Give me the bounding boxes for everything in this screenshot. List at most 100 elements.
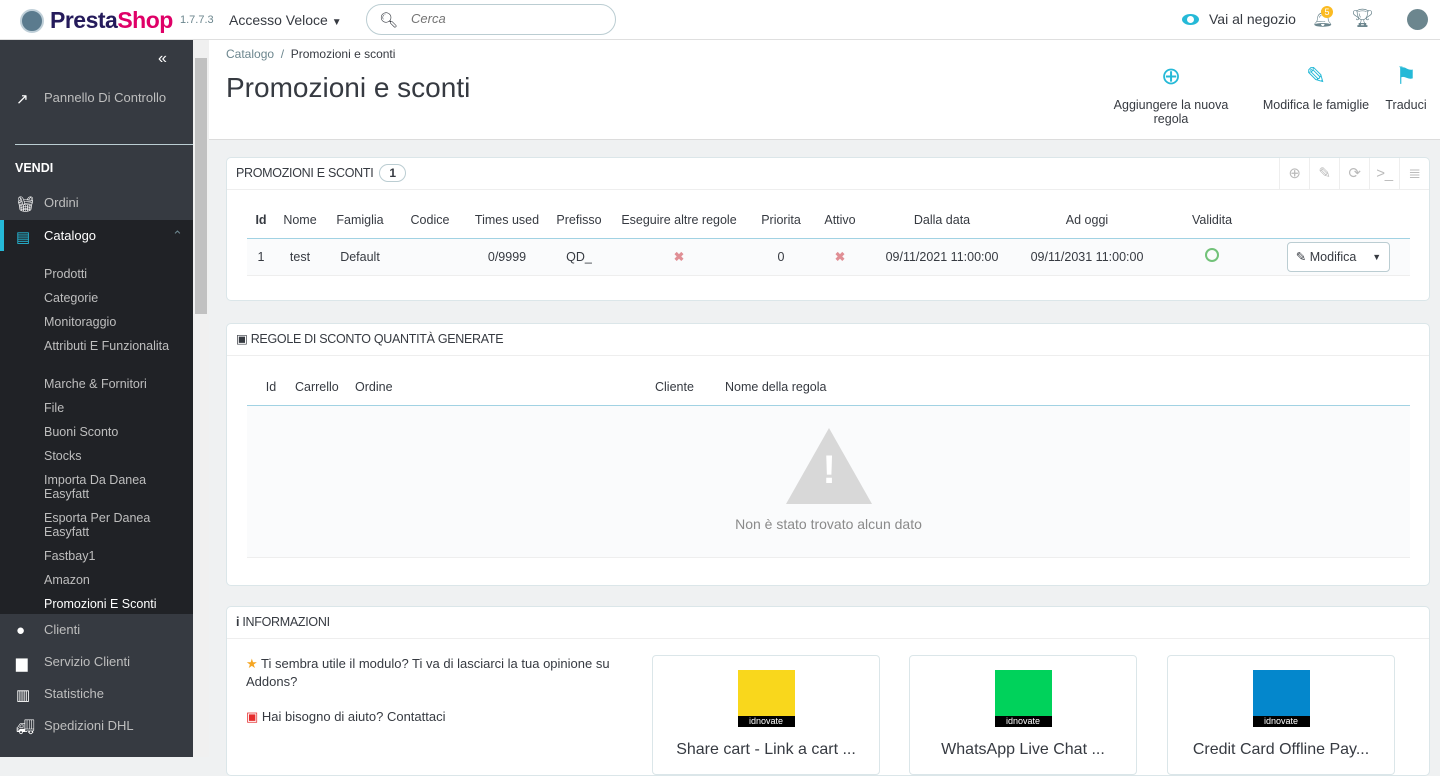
clock-icon	[1205, 248, 1219, 262]
database-icon[interactable]: ≣	[1399, 158, 1429, 190]
column-header: Codice	[395, 202, 465, 239]
sidebar-subitem[interactable]: Importa Da Danea Easyfatt	[44, 473, 184, 501]
help-link[interactable]: ▣ Hai bisogno di aiuto? Contattaci	[246, 709, 445, 725]
brand-label: idnovate	[994, 716, 1052, 727]
search-box[interactable]: 🔍︎	[366, 4, 616, 35]
button-label: Aggiungere la nuova regola	[1113, 98, 1229, 126]
cell-id: 1	[247, 238, 275, 276]
button-label: Modifica	[1309, 250, 1357, 264]
top-bar: PrestaShop 1.7.7.3 Accesso Veloce ▼ 🔍︎ V…	[0, 0, 1440, 40]
caret-down-icon[interactable]: ▼	[1372, 252, 1381, 262]
prestashop-logo[interactable]: PrestaShop	[20, 7, 173, 34]
sidebar-subitem[interactable]: Attributi E Funzionalita	[44, 339, 184, 353]
sidebar-subitem[interactable]: Buoni Sconto	[44, 425, 184, 439]
cell-times-used: 0/9999	[465, 238, 549, 276]
column-header: Nome della regola	[725, 369, 1410, 406]
button-label: Modifica le famiglie	[1262, 98, 1370, 112]
column-header: Attivo	[813, 202, 867, 239]
divider	[15, 144, 193, 145]
chevron-up-icon: ⌃	[172, 228, 183, 243]
money-icon: ▣	[236, 332, 248, 346]
sidebar-item-label: Clienti	[44, 622, 81, 637]
sidebar-subitem[interactable]: Categorie	[44, 291, 184, 305]
search-input[interactable]	[411, 11, 601, 26]
button-label: Traduci	[1385, 98, 1427, 112]
sidebar-subitem[interactable]: Prodotti	[44, 267, 184, 281]
module-card[interactable]: idnovate Share cart - Link a cart ...	[652, 655, 880, 775]
refresh-icon[interactable]: ⟳	[1339, 158, 1369, 190]
trophy-icon[interactable]: 🏆︎	[1351, 8, 1374, 29]
edit-dropdown-button[interactable]: ✎ Modifica ▼	[1286, 241, 1391, 272]
review-text: Ti sembra utile il modulo? Ti va di lasc…	[246, 656, 610, 689]
edit-families-button[interactable]: ✎ Modifica le famiglie	[1262, 62, 1370, 112]
cell-family: Default	[325, 238, 395, 276]
column-header: Priorita	[749, 202, 813, 239]
add-rule-button[interactable]: ⊕ Aggiungere la nuova regola	[1095, 62, 1247, 126]
column-header: Eseguire altre regole	[609, 202, 749, 239]
column-header: Cliente	[505, 369, 725, 406]
pencil-icon: ✎	[1295, 250, 1307, 264]
trend-icon: ↗	[16, 91, 29, 108]
sidebar-subitem[interactable]: Monitoraggio	[44, 315, 184, 329]
sidebar-item-label: Spedizioni DHL	[44, 718, 134, 733]
sidebar-subitem[interactable]: Stocks	[44, 449, 184, 463]
cell-priority: 0	[749, 238, 813, 276]
sidebar-subitem[interactable]: Amazon	[44, 573, 184, 587]
sidebar-subitem[interactable]: Promozioni E Sconti	[44, 597, 184, 611]
column-header: Ordine	[355, 369, 505, 406]
sidebar-subitem[interactable]: Fastbay1	[44, 549, 184, 563]
cell-prefix: QD_	[549, 238, 609, 276]
column-header: Dalla data	[867, 202, 1017, 239]
cell-from: 09/11/2021 11:00:00	[867, 238, 1017, 276]
rules-panel: PROMOZIONI E SCONTI 1 ⊕ ✎ ⟳ >_ ≣ Id Nome Famigl…	[226, 157, 1430, 301]
module-card[interactable]: idnovate WhatsApp Live Chat ...	[909, 655, 1137, 775]
active-indicator	[0, 220, 4, 251]
user-avatar-icon[interactable]	[1407, 9, 1428, 30]
bar-chart-icon: ▥	[16, 687, 31, 704]
sql-terminal-icon[interactable]: >_	[1369, 158, 1399, 190]
sidebar-subitem[interactable]: Marche & Fornitori	[44, 377, 184, 391]
sidebar-item-label: Catalogo	[44, 228, 97, 243]
panel-title: PROMOZIONI E SCONTI	[236, 166, 374, 180]
column-header: Ad oggi	[1017, 202, 1157, 239]
eye-icon	[1182, 13, 1199, 25]
cell-actions: ✎ Modifica ▼	[1267, 238, 1410, 276]
panel-heading: PROMOZIONI E SCONTI 1 ⊕ ✎ ⟳ >_ ≣	[227, 158, 1429, 190]
empty-state: ! Non è stato trovato alcun dato	[247, 406, 1410, 558]
sidebar-item-label: Ordini	[44, 195, 79, 210]
logo-text: Shop	[117, 7, 173, 33]
column-header: Validita	[1157, 202, 1267, 239]
column-header: Nome	[275, 202, 325, 239]
logo-text: Presta	[50, 7, 118, 33]
cell-name: test	[275, 238, 325, 276]
generated-table: Id Carrello Ordine Cliente Nome della regola	[247, 369, 1410, 406]
sidebar-subitem[interactable]: Esporta Per Danea Easyfatt	[44, 511, 184, 539]
collapse-icon[interactable]: «	[158, 50, 167, 68]
panel-heading: ▣ REGOLE DI SCONTO QUANTITÀ GENERATE	[227, 324, 1429, 356]
quick-access-dropdown[interactable]: Accesso Veloce ▼	[229, 12, 342, 28]
edit-icon[interactable]: ✎	[1309, 158, 1339, 190]
sidebar-subitem[interactable]: File	[44, 401, 184, 415]
review-link[interactable]: ★ Ti sembra utile il modulo? Ti va di la…	[246, 655, 636, 691]
module-logo: idnovate	[1252, 670, 1310, 727]
translate-button[interactable]: ⚑ Traduci	[1384, 62, 1428, 112]
module-card[interactable]: idnovate Credit Card Offline Pay...	[1167, 655, 1395, 775]
scrollbar-thumb[interactable]	[195, 58, 207, 314]
info-panel: i INFORMAZIONI ★ Ti sembra utile il modu…	[226, 606, 1430, 776]
view-shop-label: Vai al negozio	[1209, 11, 1296, 27]
empty-message: Non è stato trovato alcun dato	[735, 516, 922, 532]
column-header: Famiglia	[325, 202, 395, 239]
module-name: WhatsApp Live Chat ...	[941, 741, 1105, 758]
cross-icon[interactable]: ✖	[813, 238, 867, 276]
view-shop-link[interactable]: Vai al negozio	[1182, 11, 1296, 27]
cell-validity	[1157, 238, 1267, 276]
add-icon[interactable]: ⊕	[1279, 158, 1309, 190]
sidebar-item-label: Servizio Clienti	[44, 654, 130, 669]
breadcrumb-parent[interactable]: Catalogo	[226, 47, 274, 61]
quick-access-label: Accesso Veloce	[229, 12, 328, 28]
module-logo: idnovate	[737, 670, 795, 727]
sidebar-scrollbar[interactable]	[193, 40, 209, 757]
edit-icon: ✎	[1305, 63, 1327, 90]
flag-icon: ⚑	[1395, 63, 1417, 90]
count-badge: 1	[379, 164, 406, 182]
